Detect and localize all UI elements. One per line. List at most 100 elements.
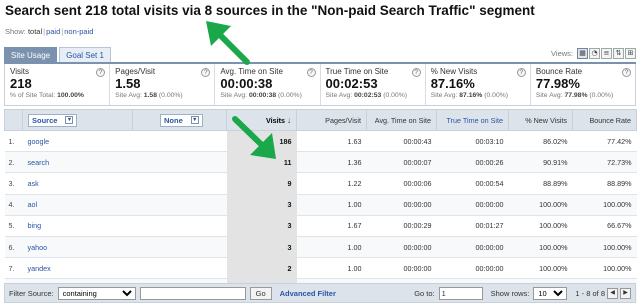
prev-page-icon[interactable]: ◀ xyxy=(607,287,618,299)
row-visits: 9 xyxy=(226,172,297,195)
row-new-visits: 88.89% xyxy=(508,172,573,195)
show-option-paid[interactable]: paid xyxy=(46,27,60,36)
row-index: 5. xyxy=(4,215,23,237)
filter-input[interactable] xyxy=(139,286,246,300)
row-source[interactable]: aol xyxy=(22,194,133,216)
row-bounce-rate: 100.00% xyxy=(572,194,637,216)
row-avg-time: 00:00:29 xyxy=(366,215,437,237)
metric-label: % New Visits xyxy=(430,67,478,76)
show-option-non-paid[interactable]: non-paid xyxy=(64,27,93,36)
metric-label: True Time on Site xyxy=(325,67,389,76)
tab-site-usage[interactable]: Site Usage xyxy=(4,47,58,62)
filter-mode-select[interactable]: containing xyxy=(57,286,136,300)
row-true-time: 00:03:10 xyxy=(436,130,509,153)
next-page-icon[interactable]: ▶ xyxy=(620,287,631,299)
metric-label: Avg. Time on Site xyxy=(220,67,283,76)
views-switcher: Views: ▦ ◔ ≡ ⇅ ⊞ xyxy=(551,48,636,59)
row-secondary xyxy=(132,172,227,195)
tab-goal-set-1[interactable]: Goal Set 1 xyxy=(59,47,111,62)
goto-label: Go to: xyxy=(414,288,435,298)
performance-view-icon[interactable]: ≡ xyxy=(601,48,612,59)
filter-go-button[interactable]: Go xyxy=(249,286,272,300)
row-secondary xyxy=(132,257,227,280)
metric-value: 00:00:38 xyxy=(220,76,273,91)
metric-label: Bounce Rate xyxy=(535,67,583,76)
row-bounce-rate: 66.67% xyxy=(572,215,637,237)
source-link[interactable]: yahoo xyxy=(28,243,48,252)
help-icon[interactable]: ? xyxy=(411,68,421,77)
row-avg-time: 00:00:00 xyxy=(366,194,437,216)
row-source[interactable]: yandex xyxy=(22,257,133,280)
metric-subtext: Site Avg: 1.58 (0.00%) xyxy=(115,92,183,99)
metric-value: 218 xyxy=(10,76,32,91)
row-index: 6. xyxy=(4,236,23,259)
column-header-bounce-rate[interactable]: Bounce Rate xyxy=(572,109,637,131)
table-row: 1. google 186 1.63 00:00:43 00:03:10 86.02% 77.… xyxy=(4,130,637,153)
table-row: 7. yandex 2 1.00 00:00:00 00:00:00 100.00% 100.… xyxy=(4,257,637,280)
row-source[interactable]: yahoo xyxy=(22,236,133,259)
row-source[interactable]: bing xyxy=(22,215,133,237)
row-source[interactable]: search xyxy=(22,151,133,174)
row-new-visits: 100.00% xyxy=(508,257,573,280)
show-rows-select[interactable]: 10 xyxy=(533,286,568,300)
column-header-pages-per-visit[interactable]: Pages/Visit xyxy=(296,109,367,131)
source-link[interactable]: ask xyxy=(28,179,39,188)
row-bounce-rate: 77.42% xyxy=(572,130,637,153)
sources-table: Source ▼ None ▼ Visits ↓ Pages/Visit Avg. … xyxy=(4,109,637,301)
help-icon[interactable]: ? xyxy=(516,68,526,77)
row-visits: 3 xyxy=(226,194,297,216)
source-link[interactable]: search xyxy=(28,158,50,167)
source-link[interactable]: aol xyxy=(28,200,38,209)
help-icon[interactable]: ? xyxy=(622,68,632,77)
row-new-visits: 90.91% xyxy=(508,151,573,174)
metric-label: Visits xyxy=(10,67,29,76)
source-link[interactable]: google xyxy=(28,137,50,146)
source-link[interactable]: bing xyxy=(28,221,42,230)
table-header-row: Source ▼ None ▼ Visits ↓ Pages/Visit Avg. … xyxy=(4,109,637,131)
summary-new-visits: % New Visits ? 87.16% Site Avg: 87.16% (… xyxy=(426,64,531,105)
secondary-dimension-header: None ▼ xyxy=(132,109,227,131)
row-true-time: 00:00:00 xyxy=(436,257,509,280)
row-pages-per-visit: 1.36 xyxy=(296,151,367,174)
views-label: Views: xyxy=(551,49,573,58)
pivot-view-icon[interactable]: ⊞ xyxy=(625,48,636,59)
row-pages-per-visit: 1.67 xyxy=(296,215,367,237)
row-new-visits: 100.00% xyxy=(508,215,573,237)
secondary-dimension-dropdown[interactable]: None ▼ xyxy=(160,113,203,127)
row-pages-per-visit: 1.00 xyxy=(296,257,367,280)
show-label: Show: xyxy=(5,27,26,36)
show-option-total[interactable]: total xyxy=(28,27,42,36)
summary-true-time-on-site: True Time on Site ? 00:02:53 Site Avg: 0… xyxy=(321,64,426,105)
row-index: 3. xyxy=(4,172,23,195)
metric-subtext: Site Avg: 87.16% (0.00%) xyxy=(430,92,509,99)
table-view-icon[interactable]: ▦ xyxy=(577,48,588,59)
help-icon[interactable]: ? xyxy=(306,68,316,77)
source-dropdown[interactable]: Source ▼ xyxy=(28,113,78,127)
row-index: 7. xyxy=(4,257,23,280)
advanced-filter-link[interactable]: Advanced Filter xyxy=(280,289,336,298)
row-index: 1. xyxy=(4,130,23,153)
page-range-text: 1 - 8 of 8 xyxy=(575,288,605,298)
row-source[interactable]: ask xyxy=(22,172,133,195)
column-header-new-visits[interactable]: % New Visits xyxy=(508,109,573,131)
row-bounce-rate: 88.89% xyxy=(572,172,637,195)
row-avg-time: 00:00:07 xyxy=(366,151,437,174)
comparison-view-icon[interactable]: ⇅ xyxy=(613,48,624,59)
row-new-visits: 100.00% xyxy=(508,236,573,259)
chevron-down-icon: ▼ xyxy=(190,116,199,124)
row-true-time: 00:00:26 xyxy=(436,151,509,174)
row-secondary xyxy=(132,151,227,174)
row-source[interactable]: google xyxy=(22,130,133,153)
row-index: 4. xyxy=(4,194,23,216)
row-secondary xyxy=(132,194,227,216)
row-index: 2. xyxy=(4,151,23,174)
column-header-avg-time[interactable]: Avg. Time on Site xyxy=(366,109,437,131)
pie-view-icon[interactable]: ◔ xyxy=(589,48,600,59)
row-pages-per-visit: 1.63 xyxy=(296,130,367,153)
goto-input[interactable]: 1 xyxy=(438,286,483,300)
source-link[interactable]: yandex xyxy=(28,264,51,273)
column-header-true-time[interactable]: True Time on Site xyxy=(436,109,509,131)
metric-subtext: % of Site Total: 100.00% xyxy=(10,92,84,99)
table-row: 5. bing 3 1.67 00:00:29 00:01:27 100.00% 66.67% xyxy=(4,215,637,237)
row-true-time: 00:00:00 xyxy=(436,194,509,216)
